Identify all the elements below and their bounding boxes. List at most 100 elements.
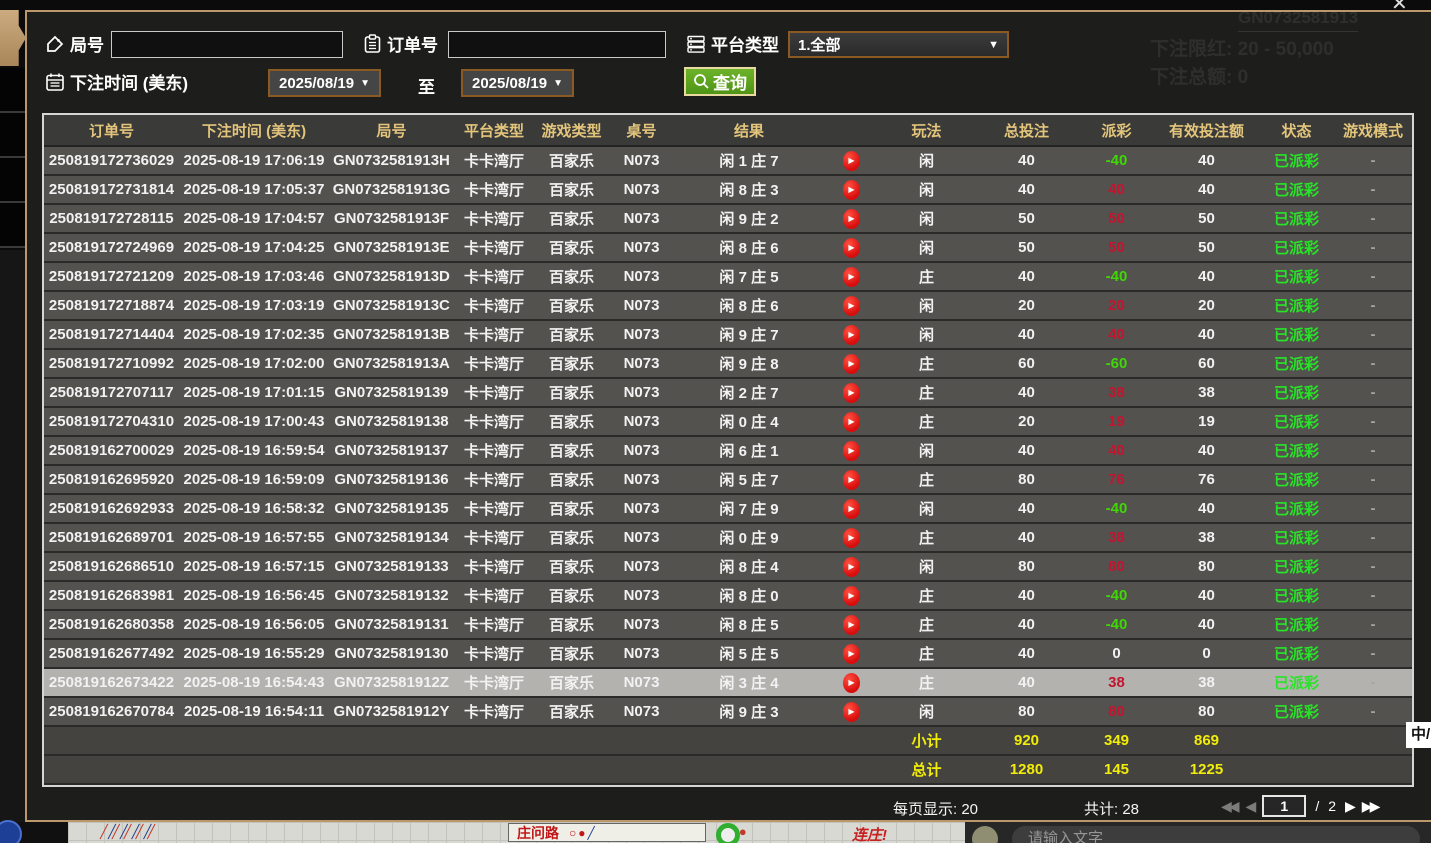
- play-video-icon[interactable]: ▶: [843, 267, 860, 287]
- table-row[interactable]: 2508191626959202025-08-19 16:59:09GN0732…: [44, 465, 1412, 494]
- cell: 已派彩: [1259, 262, 1334, 291]
- table-row[interactable]: 2508191626803582025-08-19 16:56:05GN0732…: [44, 610, 1412, 639]
- cell: 百家乐: [534, 465, 609, 494]
- cell: 闲 7 庄 5: [674, 262, 824, 291]
- cell: 250819162692933: [44, 494, 179, 523]
- table-row[interactable]: 2508191626865102025-08-19 16:57:15GN0732…: [44, 552, 1412, 581]
- table-row[interactable]: 2508191727043102025-08-19 17:00:43GN0732…: [44, 407, 1412, 436]
- table-row[interactable]: 2508191627000292025-08-19 16:59:54GN0732…: [44, 436, 1412, 465]
- play-video-icon[interactable]: ▶: [843, 644, 860, 664]
- cell: N073: [609, 407, 674, 436]
- cell: 76: [1079, 465, 1154, 494]
- cell: N073: [609, 146, 674, 175]
- cell: 百家乐: [534, 552, 609, 581]
- table-row[interactable]: 2508191727144042025-08-19 17:02:35GN0732…: [44, 320, 1412, 349]
- table-row[interactable]: 2508191727071172025-08-19 17:01:15GN0732…: [44, 378, 1412, 407]
- next-page-icon[interactable]: ▶: [1345, 798, 1353, 815]
- cell: 闲: [879, 494, 974, 523]
- cell: 50: [974, 233, 1079, 262]
- play-video-icon[interactable]: ▶: [843, 586, 860, 606]
- table-row[interactable]: 2508191626929332025-08-19 16:58:32GN0732…: [44, 494, 1412, 523]
- play-video-icon[interactable]: ▶: [843, 180, 860, 200]
- play-video-icon[interactable]: ▶: [843, 325, 860, 345]
- page-input[interactable]: [1262, 795, 1306, 817]
- table-row[interactable]: 2508191626774922025-08-19 16:55:29GN0732…: [44, 639, 1412, 668]
- side-menu-item[interactable]: [0, 158, 25, 203]
- cell: 50: [1079, 233, 1154, 262]
- play-video-icon[interactable]: ▶: [843, 354, 860, 374]
- cell: N073: [609, 668, 674, 697]
- play-video-icon[interactable]: ▶: [843, 615, 860, 635]
- date-to-select[interactable]: 2025/08/19 ▼: [461, 69, 574, 97]
- cell: 40: [1154, 320, 1259, 349]
- cell: N073: [609, 378, 674, 407]
- cell: -40: [1079, 610, 1154, 639]
- play-video-icon[interactable]: ▶: [843, 383, 860, 403]
- cell: 40: [1079, 436, 1154, 465]
- side-tab[interactable]: [0, 10, 26, 66]
- play-video-icon[interactable]: ▶: [843, 499, 860, 519]
- side-menu-item[interactable]: [0, 203, 25, 248]
- cell: N073: [609, 494, 674, 523]
- cell: 百家乐: [534, 697, 609, 726]
- platform-select[interactable]: 1.全部 ▼: [788, 31, 1009, 58]
- play-video-icon[interactable]: ▶: [843, 441, 860, 461]
- table-row[interactable]: 2508191626707842025-08-19 16:54:11GN0732…: [44, 697, 1412, 726]
- replay-cell: ▶: [824, 465, 879, 494]
- cell: GN07325819130: [329, 639, 454, 668]
- chevron-down-icon: ▼: [360, 78, 370, 89]
- play-video-icon[interactable]: ▶: [843, 296, 860, 316]
- summary-cell: 145: [1079, 755, 1154, 784]
- side-menu-item[interactable]: [0, 113, 25, 158]
- table-row[interactable]: 2508191727318142025-08-19 17:05:37GN0732…: [44, 175, 1412, 204]
- round-input[interactable]: [111, 31, 343, 58]
- table-row[interactable]: 2508191626839812025-08-19 16:56:45GN0732…: [44, 581, 1412, 610]
- cell: 已派彩: [1259, 146, 1334, 175]
- replay-cell: ▶: [824, 494, 879, 523]
- summary-cell: [1259, 755, 1412, 784]
- cell: 40: [974, 146, 1079, 175]
- play-video-icon[interactable]: ▶: [843, 557, 860, 577]
- play-video-icon[interactable]: ▶: [843, 151, 860, 171]
- replay-cell: ▶: [824, 523, 879, 552]
- search-button[interactable]: 查询: [684, 67, 756, 96]
- table-row[interactable]: 2508191727360292025-08-19 17:06:19GN0732…: [44, 146, 1412, 175]
- table-row[interactable]: 2508191626897012025-08-19 16:57:55GN0732…: [44, 523, 1412, 552]
- play-video-icon[interactable]: ▶: [843, 412, 860, 432]
- first-page-icon[interactable]: ◀◀: [1221, 798, 1237, 815]
- last-page-icon[interactable]: ▶▶: [1362, 798, 1378, 815]
- table-row[interactable]: 2508191626734222025-08-19 16:54:43GN0732…: [44, 668, 1412, 697]
- cell: 250819172707117: [44, 378, 179, 407]
- cell: 庄: [879, 407, 974, 436]
- cell: 80: [1154, 552, 1259, 581]
- cell: N073: [609, 291, 674, 320]
- play-video-icon[interactable]: ▶: [843, 209, 860, 229]
- search-icon: [693, 73, 710, 90]
- order-input[interactable]: [448, 31, 666, 58]
- cell: GN07325819136: [329, 465, 454, 494]
- play-video-icon[interactable]: ▶: [843, 528, 860, 548]
- side-menu-item[interactable]: [0, 68, 25, 113]
- cell: 已派彩: [1259, 639, 1334, 668]
- cell: 百家乐: [534, 146, 609, 175]
- table-row[interactable]: 2508191727212092025-08-19 17:03:46GN0732…: [44, 262, 1412, 291]
- table-row[interactable]: 2508191727281152025-08-19 17:04:57GN0732…: [44, 204, 1412, 233]
- prev-page-icon[interactable]: ◀: [1246, 798, 1254, 815]
- cell: 卡卡湾厅: [454, 233, 534, 262]
- table-row[interactable]: 2508191727188742025-08-19 17:03:19GN0732…: [44, 291, 1412, 320]
- play-video-icon[interactable]: ▶: [843, 702, 860, 722]
- cell: 已派彩: [1259, 204, 1334, 233]
- chat-input[interactable]: 请输入文字: [1012, 826, 1420, 843]
- table-row[interactable]: 2508191727249692025-08-19 17:04:25GN0732…: [44, 233, 1412, 262]
- cell: 250819162680358: [44, 610, 179, 639]
- play-video-icon[interactable]: ▶: [843, 673, 860, 693]
- date-from-select[interactable]: 2025/08/19 ▼: [268, 69, 381, 97]
- table-row[interactable]: 2508191727109922025-08-19 17:02:00GN0732…: [44, 349, 1412, 378]
- cell: GN0732581913H: [329, 146, 454, 175]
- play-video-icon[interactable]: ▶: [843, 470, 860, 490]
- cell: 卡卡湾厅: [454, 175, 534, 204]
- total-count-label: 共计: 28: [1084, 798, 1139, 819]
- cell: 2025-08-19 17:05:37: [179, 175, 329, 204]
- play-video-icon[interactable]: ▶: [843, 238, 860, 258]
- summary-cell: [44, 726, 879, 755]
